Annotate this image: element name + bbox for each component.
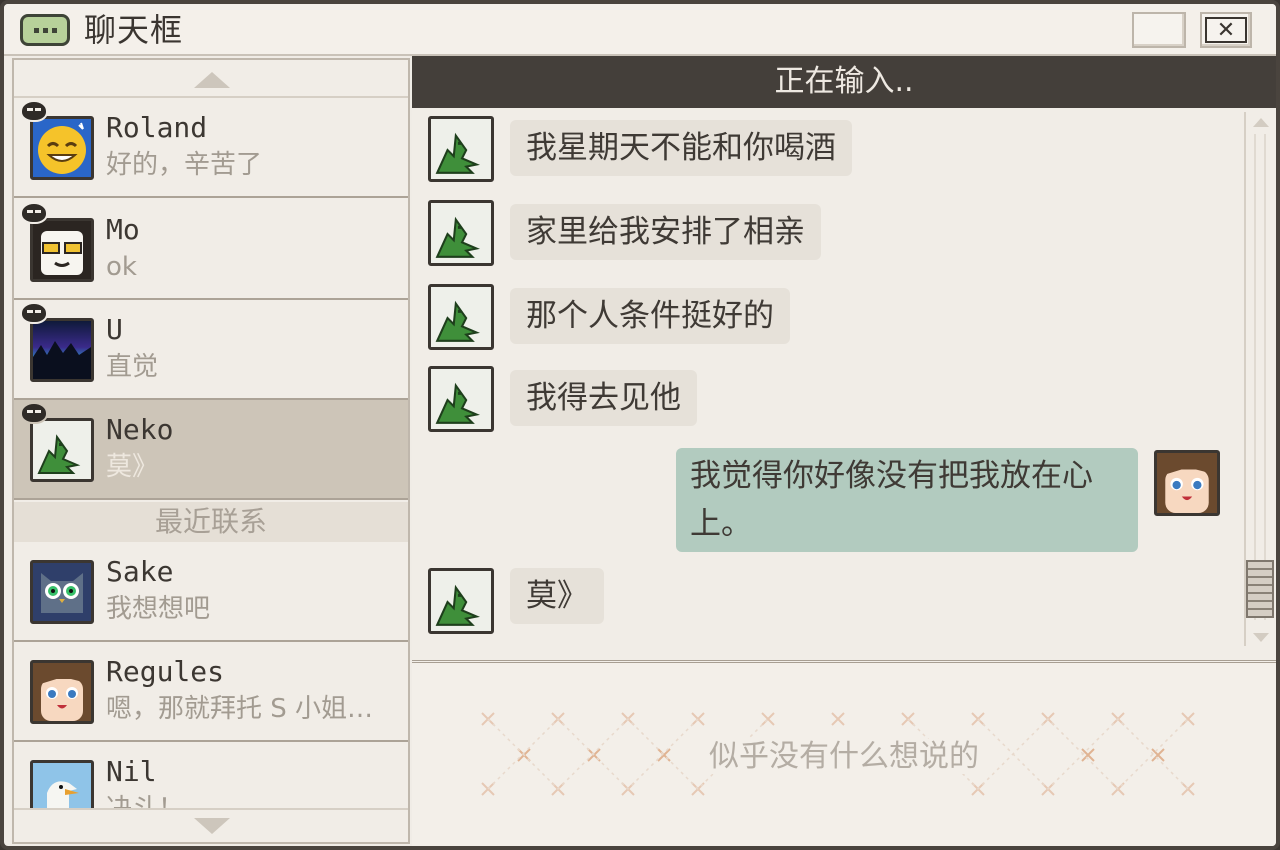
scroll-thumb[interactable] bbox=[1246, 560, 1274, 618]
online-status-icon bbox=[20, 202, 48, 224]
contact-neko[interactable]: Neko 莫》 bbox=[14, 400, 408, 500]
arrow-down-icon[interactable] bbox=[1253, 633, 1269, 642]
contact-preview: 直觉 bbox=[106, 352, 159, 382]
online-status-icon bbox=[20, 302, 48, 324]
close-icon: ✕ bbox=[1216, 17, 1236, 43]
contact-roland[interactable]: Roland 好的，辛苦了 bbox=[14, 98, 408, 198]
contact-name: Roland bbox=[106, 111, 208, 144]
contact-u[interactable]: U 直觉 bbox=[14, 300, 408, 400]
message-bubble: 我得去见他 bbox=[510, 370, 697, 426]
girl-avatar bbox=[1154, 450, 1220, 516]
input-placeholder: 似乎没有什么想说的 bbox=[412, 735, 1276, 779]
arrow-down-icon bbox=[194, 818, 230, 834]
contact-mo[interactable]: Mo ok bbox=[14, 200, 408, 300]
contact-name: Sake bbox=[106, 555, 174, 588]
contact-regules[interactable]: Regules 嗯，那就拜托 S 小姐… bbox=[14, 642, 408, 742]
window-title: 聊天框 bbox=[84, 11, 184, 49]
message-bubble: 那个人条件挺好的 bbox=[510, 288, 790, 344]
owl-avatar bbox=[30, 560, 94, 624]
contact-name: Neko bbox=[106, 413, 174, 446]
contact-preview: 好的，辛苦了 bbox=[106, 150, 263, 180]
recent-contacts-heading: 最近联系 bbox=[14, 502, 408, 542]
message-scrollbar[interactable] bbox=[1244, 112, 1274, 646]
contact-scroll-up-button[interactable] bbox=[14, 60, 408, 98]
contact-scroll-down-button[interactable] bbox=[14, 808, 408, 842]
message-input[interactable]: 似乎没有什么想说的 bbox=[412, 660, 1276, 846]
smiley-face-avatar bbox=[30, 116, 94, 180]
green-dino-avatar bbox=[428, 200, 494, 266]
green-dino-avatar bbox=[428, 284, 494, 350]
chat-bubble-icon bbox=[20, 14, 70, 46]
chat-window: 聊天框 ✕ Roland 好的，辛苦了 Mo ok U 直觉 Neko 莫》 最… bbox=[0, 0, 1280, 850]
arrow-up-icon bbox=[194, 72, 230, 88]
close-button[interactable]: ✕ bbox=[1200, 12, 1252, 48]
message-bubble: 家里给我安排了相亲 bbox=[510, 204, 821, 260]
contact-name: Regules bbox=[106, 655, 225, 688]
contact-sake[interactable]: Sake 我想想吧 bbox=[14, 542, 408, 642]
arrow-up-icon[interactable] bbox=[1253, 118, 1269, 127]
contact-preview: ok bbox=[106, 252, 137, 282]
message-bubble-mine: 我觉得你好像没有把我放在心上。 bbox=[676, 448, 1138, 552]
contact-name: Mo bbox=[106, 213, 140, 246]
scroll-track[interactable] bbox=[1254, 134, 1266, 620]
green-dino-avatar bbox=[428, 116, 494, 182]
contact-preview: 嗯，那就拜托 S 小姐… bbox=[106, 694, 374, 724]
message-bubble: 我星期天不能和你喝酒 bbox=[510, 120, 852, 176]
contact-name: U bbox=[106, 313, 123, 346]
title-bar: 聊天框 ✕ bbox=[4, 4, 1276, 56]
contact-list: Roland 好的，辛苦了 Mo ok U 直觉 Neko 莫》 最近联系 Sa… bbox=[12, 58, 410, 844]
green-dino-avatar bbox=[30, 418, 94, 482]
aurora-avatar bbox=[30, 318, 94, 382]
typing-status-bar: 正在输入.. bbox=[412, 56, 1276, 108]
online-status-icon bbox=[20, 402, 48, 424]
message-bubble: 莫》 bbox=[510, 568, 604, 624]
input-placeholder-text: 似乎没有什么想说的 bbox=[703, 739, 985, 774]
green-dino-avatar bbox=[428, 568, 494, 634]
green-dino-avatar bbox=[428, 366, 494, 432]
message-list: 我星期天不能和你喝酒 家里给我安排了相亲 那个人条件挺好的 我得去见他 我觉得你… bbox=[412, 108, 1276, 660]
cool-glasses-avatar bbox=[30, 218, 94, 282]
online-status-icon bbox=[20, 100, 48, 122]
contact-preview: 我想想吧 bbox=[106, 594, 211, 624]
contact-preview: 莫》 bbox=[106, 452, 159, 482]
contact-name: Nil bbox=[106, 755, 157, 788]
girl-avatar bbox=[30, 660, 94, 724]
minimize-button[interactable] bbox=[1132, 12, 1186, 48]
